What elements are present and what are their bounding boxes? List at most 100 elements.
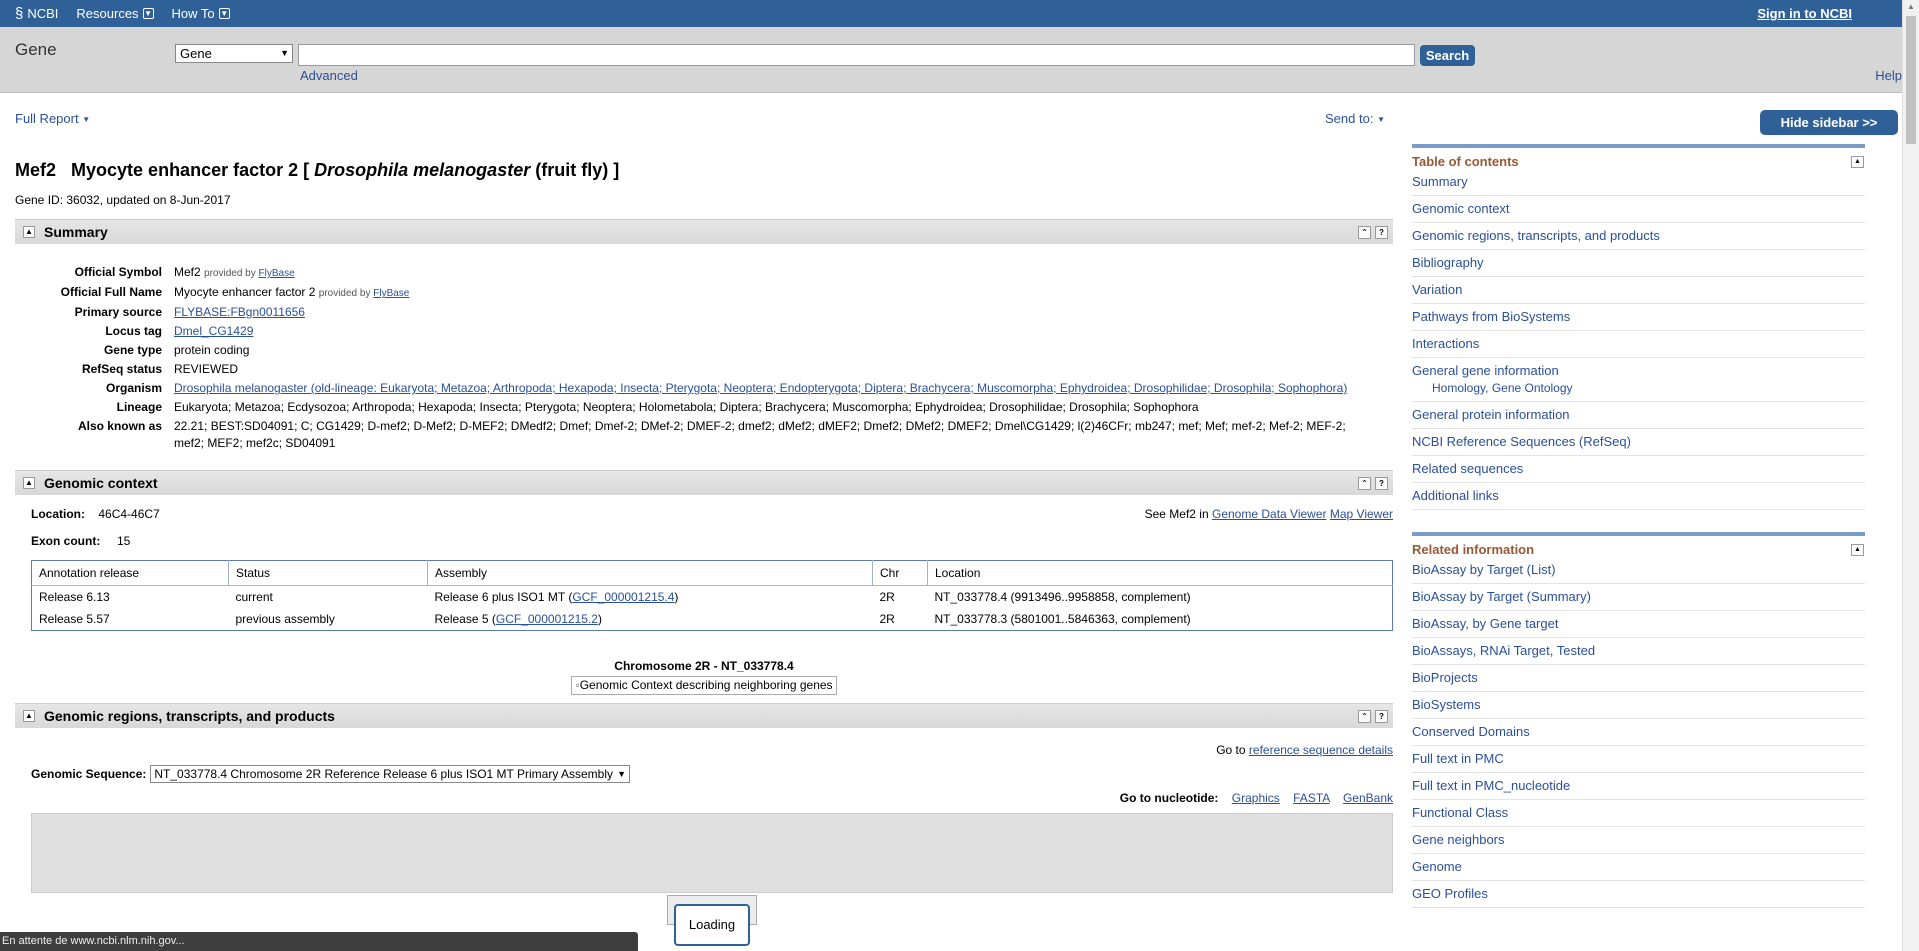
howto-menu[interactable]: How To ▼ <box>172 6 230 21</box>
related-item[interactable]: Conserved Domains <box>1412 719 1865 746</box>
toc-item[interactable]: NCBI Reference Sequences (RefSeq) <box>1412 429 1865 456</box>
toc-item[interactable]: Summary <box>1412 169 1865 196</box>
related-item[interactable]: BioAssay by Target (List) <box>1412 557 1865 584</box>
genomic-regions-section-header[interactable]: ▲ Genomic regions, transcripts, and prod… <box>15 703 1393 728</box>
table-of-contents: Table of contents ▲ Summary Genomic cont… <box>1412 144 1865 510</box>
vertical-scrollbar[interactable]: ▲ <box>1902 0 1919 951</box>
search-input[interactable] <box>298 44 1415 66</box>
table-row: Release 5.57 previous assembly Release 5… <box>39 612 1191 626</box>
related-item[interactable]: BioProjects <box>1412 665 1865 692</box>
toc-subitem[interactable]: Gene Ontology <box>1492 381 1573 395</box>
database-select[interactable]: Gene ▼ <box>175 44 293 63</box>
dropdown-arrow-icon: ▼ <box>280 48 289 58</box>
assembly-link[interactable]: GCF_000001215.2 <box>496 612 598 626</box>
graphics-link[interactable]: Graphics <box>1232 791 1280 805</box>
related-item[interactable]: GEO Profiles <box>1412 881 1865 908</box>
collapse-icon[interactable]: ▲ <box>23 710 35 722</box>
summary-section-header[interactable]: ▲ Summary ⌃ ? <box>15 219 1393 244</box>
expand-all-icon[interactable]: ⌃ <box>1358 226 1371 239</box>
sequence-viewer-panel[interactable] <box>31 813 1393 893</box>
chevron-down-icon: ▼ <box>142 8 154 19</box>
organism-common: (fruit fly) <box>535 160 609 180</box>
also-known-as: 22.21; BEST:SD04091; C; CG1429; D-mef2; … <box>174 419 1346 450</box>
annotation-table: Annotation release Status Assembly Chr L… <box>31 560 1393 631</box>
collapse-icon[interactable]: ▲ <box>1851 544 1864 556</box>
toc-item[interactable]: Interactions <box>1412 331 1865 358</box>
toc-item[interactable]: Additional links <box>1412 483 1865 510</box>
genbank-link[interactable]: GenBank <box>1343 791 1393 805</box>
scroll-up-icon[interactable]: ▲ <box>1907 2 1915 11</box>
database-title: Gene <box>15 40 57 59</box>
collapse-icon[interactable]: ▲ <box>23 226 35 238</box>
map-viewer-link[interactable]: Map Viewer <box>1330 507 1393 521</box>
fasta-link[interactable]: FASTA <box>1293 791 1329 805</box>
flybase-link[interactable]: FlyBase <box>373 288 409 299</box>
hide-sidebar-button[interactable]: Hide sidebar >> <box>1760 110 1898 135</box>
related-item[interactable]: BioAssays, RNAi Target, Tested <box>1412 638 1865 665</box>
ncbi-helix-icon: § <box>15 5 24 22</box>
help-link[interactable]: Help <box>1875 68 1902 83</box>
genomic-context-section-header[interactable]: ▲ Genomic context ⌃ ? <box>15 470 1393 495</box>
genomic-sequence-select[interactable]: NT_033778.4 Chromosome 2R Reference Rele… <box>150 765 631 783</box>
genomic-sequence-row: Genomic Sequence: NT_033778.4 Chromosome… <box>15 765 1393 783</box>
collapse-icon[interactable]: ▲ <box>1851 156 1864 168</box>
related-information: Related information ▲ BioAssay by Target… <box>1412 532 1865 908</box>
collapse-icon[interactable]: ▲ <box>23 477 35 489</box>
caret-down-icon: ▼ <box>1377 115 1385 125</box>
toc-item[interactable]: Related sequences <box>1412 456 1865 483</box>
toc-item[interactable]: Variation <box>1412 277 1865 304</box>
sign-in-link[interactable]: Sign in to NCBI <box>1757 6 1852 21</box>
related-title: Related information <box>1412 542 1535 557</box>
toc-item[interactable]: Genomic context <box>1412 196 1865 223</box>
organism-name: Drosophila melanogaster <box>314 160 531 180</box>
primary-source-link[interactable]: FLYBASE:FBgn0011656 <box>174 305 305 319</box>
advanced-search-link[interactable]: Advanced <box>300 68 358 83</box>
toc-item[interactable]: Genomic regions, transcripts, and produc… <box>1412 223 1865 250</box>
scrollbar-thumb[interactable] <box>1906 16 1916 144</box>
resources-menu[interactable]: Resources ▼ <box>76 6 154 21</box>
reference-sequence-details-link[interactable]: reference sequence details <box>1249 743 1393 757</box>
search-button[interactable]: Search <box>1420 45 1475 66</box>
related-item[interactable]: Full text in PMC_nucleotide <box>1412 773 1865 800</box>
related-item[interactable]: BioAssay by Target (Summary) <box>1412 584 1865 611</box>
related-item[interactable]: Gene neighbors <box>1412 827 1865 854</box>
send-to-menu[interactable]: Send to: ▼ <box>1325 111 1385 126</box>
help-icon[interactable]: ? <box>1375 710 1388 723</box>
exon-count-row: Exon count: 15 <box>31 534 131 548</box>
expand-all-icon[interactable]: ⌃ <box>1358 477 1371 490</box>
location-value: 46C4-46C7 <box>98 507 160 521</box>
genome-data-viewer-link[interactable]: Genome Data Viewer <box>1212 507 1327 521</box>
related-item[interactable]: BioAssay, by Gene target <box>1412 611 1865 638</box>
toc-subitem[interactable]: Homology, <box>1432 381 1488 395</box>
table-row: Release 6.13 current Release 6 plus ISO1… <box>39 590 1191 604</box>
goto-refseq-row: Go to reference sequence details <box>1216 743 1393 757</box>
gene-full-name: Myocyte enhancer factor 2 <box>71 160 299 180</box>
toc-title: Table of contents <box>1412 154 1519 169</box>
help-icon[interactable]: ? <box>1375 477 1388 490</box>
location-row: Location: 46C4-46C7 See Mef2 in Genome D… <box>31 507 1393 521</box>
loading-indicator: Loading <box>674 904 750 946</box>
flybase-link[interactable]: FlyBase <box>259 268 295 279</box>
toc-item-general-gene-info: General gene information Homology, Gene … <box>1412 358 1865 402</box>
related-item[interactable]: BioSystems <box>1412 692 1865 719</box>
refseq-status: REVIEWED <box>174 362 239 376</box>
report-format-menu[interactable]: Full Report ▼ <box>15 111 90 126</box>
help-icon[interactable]: ? <box>1375 226 1388 239</box>
related-item[interactable]: Full text in PMC <box>1412 746 1865 773</box>
toc-item[interactable]: General protein information <box>1412 402 1865 429</box>
see-in-viewers: See Mef2 in Genome Data Viewer Map Viewe… <box>1144 507 1393 521</box>
toc-item[interactable]: Bibliography <box>1412 250 1865 277</box>
toc-item[interactable]: Pathways from BioSystems <box>1412 304 1865 331</box>
expand-all-icon[interactable]: ⌃ <box>1358 710 1371 723</box>
official-symbol: Mef2 <box>174 265 201 279</box>
locus-tag-link[interactable]: Dmel_CG1429 <box>174 324 253 338</box>
search-band: Gene Gene ▼ Search Advanced Help <box>0 27 1902 93</box>
organism-link[interactable]: Drosophila melanogaster (old-lineage: Eu… <box>174 381 1347 395</box>
assembly-link[interactable]: GCF_000001215.4 <box>572 590 674 604</box>
chevron-down-icon: ▼ <box>218 8 230 19</box>
ncbi-logo[interactable]: § NCBI <box>15 5 58 22</box>
related-item[interactable]: Functional Class <box>1412 800 1865 827</box>
main-content: Mef2 Myocyte enhancer factor 2 [ Drosoph… <box>15 160 1393 893</box>
caret-down-icon: ▼ <box>82 115 91 125</box>
related-item[interactable]: Genome <box>1412 854 1865 881</box>
